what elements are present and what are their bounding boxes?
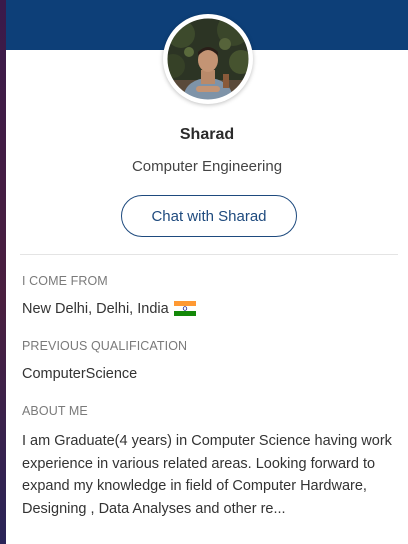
chat-button[interactable]: Chat with Sharad xyxy=(121,195,297,237)
divider xyxy=(20,254,398,255)
profile-department: Computer Engineering xyxy=(131,158,283,175)
qualification-label: PREVIOUS QUALIFICATION xyxy=(22,339,188,353)
profile-card: Sharad Computer Engineering Chat with Sh… xyxy=(6,0,408,544)
from-label: I COME FROM xyxy=(22,274,108,288)
profile-photo xyxy=(166,17,250,101)
about-text: I am Graduate(4 years) in Computer Scien… xyxy=(22,433,392,517)
india-flag-icon xyxy=(173,301,196,320)
qualification-value: ComputerScience xyxy=(22,366,138,382)
profile-name: Sharad xyxy=(179,126,235,143)
from-value-row: New Delhi, Delhi, India xyxy=(22,301,196,320)
about-label: ABOUT ME xyxy=(22,404,88,418)
avatar[interactable] xyxy=(163,14,253,104)
from-value: New Delhi, Delhi, India xyxy=(22,301,169,317)
